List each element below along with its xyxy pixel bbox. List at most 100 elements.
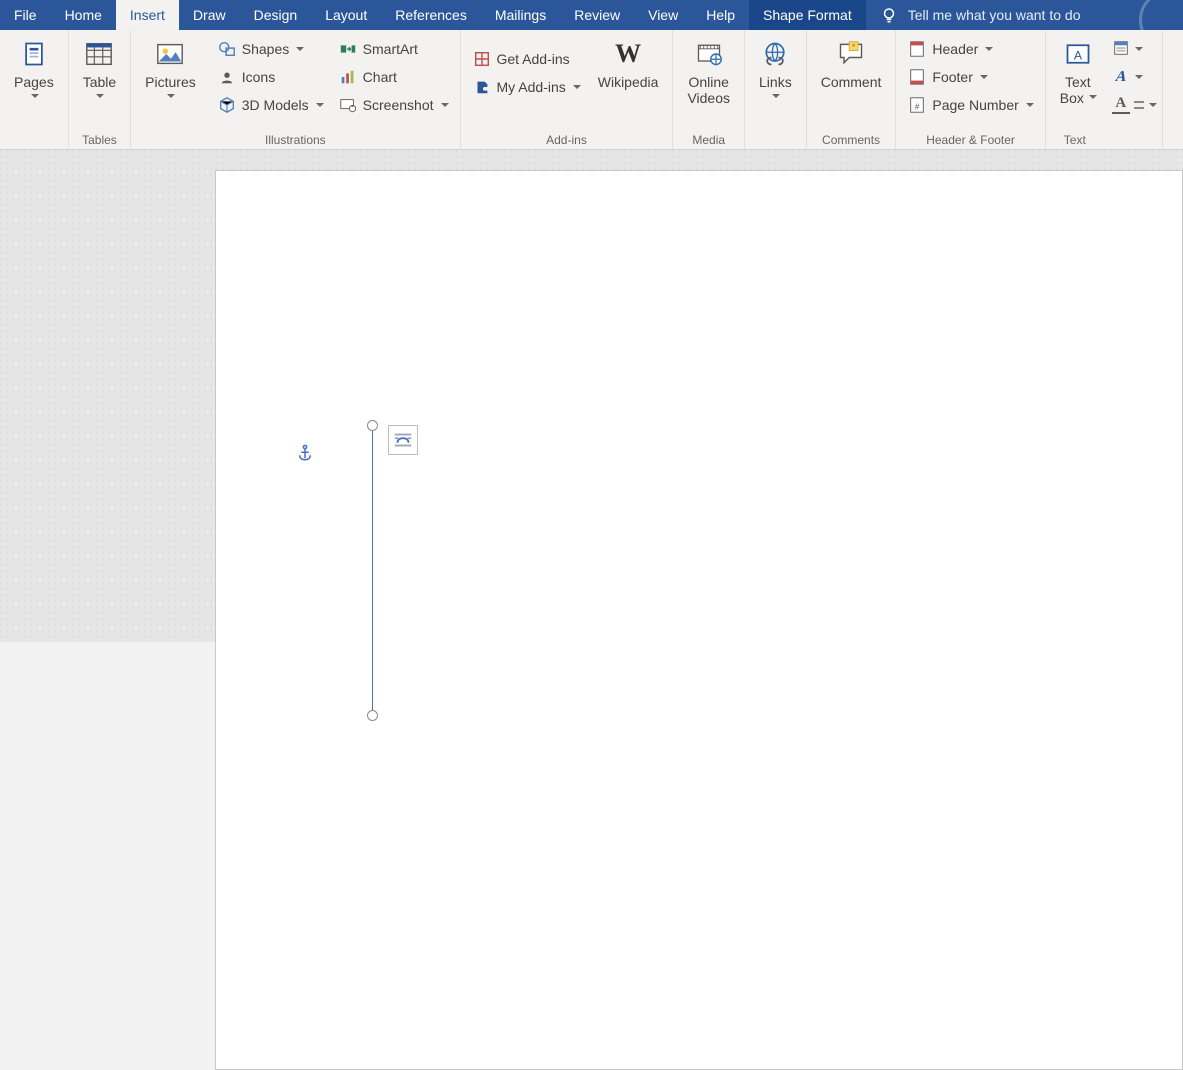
ribbon-tabs: File Home Insert Draw Design Layout Refe… <box>0 0 1183 30</box>
tell-me-search[interactable] <box>866 0 1129 30</box>
chevron-down-icon <box>572 83 580 91</box>
table-label: Table <box>83 74 116 90</box>
tab-design[interactable]: Design <box>240 0 312 30</box>
3d-models-button[interactable]: 3D Models <box>212 92 329 118</box>
page-number-label: Page Number <box>932 97 1018 113</box>
chart-icon <box>339 68 357 86</box>
ribbon: Pages Table Tables Pictures <box>0 30 1183 150</box>
selection-handle-bottom[interactable] <box>367 710 378 721</box>
comment-icon <box>835 38 867 70</box>
icons-icon <box>218 68 236 86</box>
chevron-down-icon <box>95 92 103 100</box>
wordart-icon: A <box>1110 68 1132 86</box>
group-comments: Comment Comments <box>807 30 897 149</box>
chevron-down-icon <box>440 101 448 109</box>
comment-button[interactable]: Comment <box>813 36 890 90</box>
pages-button[interactable]: Pages <box>6 36 62 100</box>
table-button[interactable]: Table <box>75 36 124 100</box>
page-number-icon: # <box>908 96 926 114</box>
chevron-down-icon <box>771 92 779 100</box>
group-label-addins: Add-ins <box>546 131 587 147</box>
header-icon <box>908 40 926 58</box>
pages-label: Pages <box>14 74 54 90</box>
footer-label: Footer <box>932 69 972 85</box>
tab-view[interactable]: View <box>634 0 692 30</box>
group-pages: Pages <box>0 30 69 149</box>
header-label: Header <box>932 41 978 57</box>
chart-button[interactable]: Chart <box>333 64 454 90</box>
online-videos-button[interactable]: OnlineVideos <box>679 36 738 106</box>
smartart-icon <box>339 40 357 58</box>
store-icon <box>473 50 491 68</box>
tab-review[interactable]: Review <box>560 0 634 30</box>
comment-label: Comment <box>821 74 882 90</box>
layout-options-button[interactable] <box>388 425 418 455</box>
wikipedia-button[interactable]: W Wikipedia <box>590 36 667 90</box>
document-page[interactable] <box>215 170 1183 1070</box>
drop-cap-button[interactable]: A <box>1110 92 1158 118</box>
group-illustrations: Pictures Shapes Icons <box>131 30 460 149</box>
addins-icon <box>473 78 491 96</box>
group-label-text: Text <box>1064 131 1086 147</box>
drop-cap-icon: A <box>1112 96 1130 114</box>
my-addins-label: My Add-ins <box>497 79 566 95</box>
anchor-icon <box>296 444 314 462</box>
screenshot-label: Screenshot <box>363 97 434 113</box>
chevron-down-icon <box>30 92 38 100</box>
group-addins: Get Add-ins My Add-ins W Wikipedia Add-i… <box>461 30 674 149</box>
table-icon <box>83 38 115 70</box>
chevron-down-icon <box>295 45 303 53</box>
group-links: Links <box>745 30 807 149</box>
tab-layout[interactable]: Layout <box>311 0 381 30</box>
text-box-label: TextBox <box>1060 74 1096 106</box>
tab-home[interactable]: Home <box>51 0 116 30</box>
tab-mailings[interactable]: Mailings <box>481 0 560 30</box>
quick-parts-icon <box>1112 39 1130 60</box>
footer-icon <box>908 68 926 86</box>
icons-label: Icons <box>242 69 275 85</box>
chart-label: Chart <box>363 69 397 85</box>
group-label-headerfooter: Header & Footer <box>926 131 1015 147</box>
icons-button[interactable]: Icons <box>212 64 329 90</box>
header-button[interactable]: Header <box>902 36 1038 62</box>
svg-text:A: A <box>1074 48 1083 62</box>
chevron-down-icon <box>1134 73 1142 81</box>
shapes-button[interactable]: Shapes <box>212 36 329 62</box>
wikipedia-label: Wikipedia <box>598 74 659 90</box>
video-icon <box>693 38 725 70</box>
links-button[interactable]: Links <box>751 36 800 100</box>
footer-button[interactable]: Footer <box>902 64 1038 90</box>
pictures-button[interactable]: Pictures <box>137 36 204 100</box>
document-workspace[interactable] <box>0 150 1183 642</box>
selection-handle-top[interactable] <box>367 420 378 431</box>
tab-shape-format[interactable]: Shape Format <box>749 0 866 30</box>
line-shape[interactable] <box>372 426 373 714</box>
text-box-button[interactable]: A TextBox <box>1052 36 1098 106</box>
quick-parts-button[interactable] <box>1110 36 1158 62</box>
pictures-icon <box>154 38 186 70</box>
screenshot-button[interactable]: Screenshot <box>333 92 454 118</box>
pages-icon <box>18 38 50 70</box>
my-addins-button[interactable]: My Add-ins <box>467 74 586 100</box>
wikipedia-icon: W <box>612 38 644 70</box>
smartart-button[interactable]: SmartArt <box>333 36 454 62</box>
tab-insert[interactable]: Insert <box>116 0 179 30</box>
page-number-button[interactable]: # Page Number <box>902 92 1038 118</box>
text-box-icon: A <box>1062 38 1094 70</box>
group-tables: Table Tables <box>69 30 131 149</box>
pictures-label: Pictures <box>145 74 196 90</box>
get-addins-button[interactable]: Get Add-ins <box>467 46 586 72</box>
links-label: Links <box>759 74 792 90</box>
tab-help[interactable]: Help <box>692 0 749 30</box>
tab-draw[interactable]: Draw <box>179 0 240 30</box>
smartart-label: SmartArt <box>363 41 418 57</box>
tell-me-input[interactable] <box>908 7 1129 23</box>
chevron-down-icon <box>166 92 174 100</box>
3d-models-label: 3D Models <box>242 97 309 113</box>
tab-file[interactable]: File <box>0 0 51 30</box>
group-label-pages <box>32 131 35 147</box>
chevron-down-icon <box>1025 101 1033 109</box>
screenshot-icon <box>339 96 357 114</box>
wordart-button[interactable]: A <box>1110 64 1158 90</box>
tab-references[interactable]: References <box>381 0 481 30</box>
